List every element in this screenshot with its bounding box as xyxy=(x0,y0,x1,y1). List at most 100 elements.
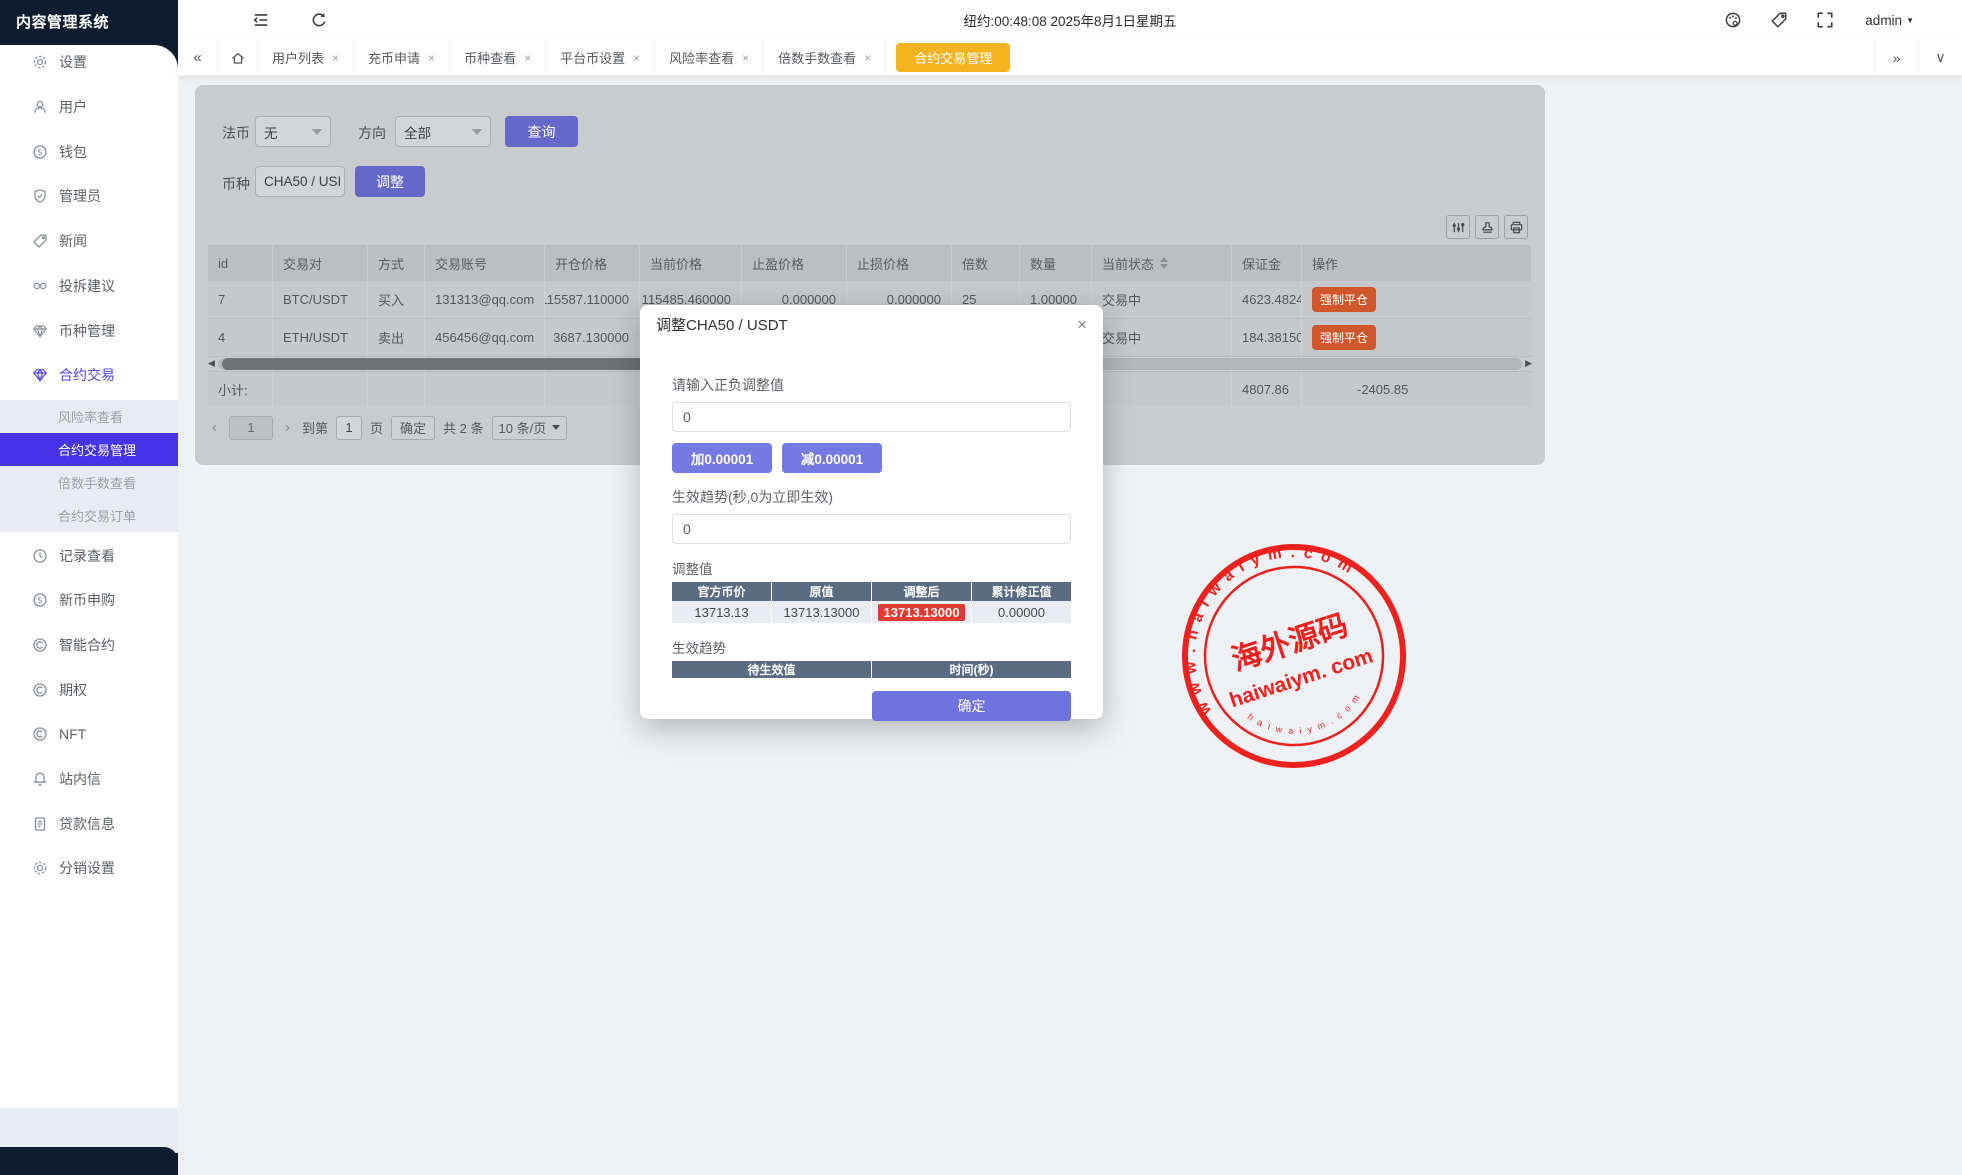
tab-label: 倍数手数查看 xyxy=(778,48,856,67)
sort-icon[interactable] xyxy=(1160,257,1168,269)
tab-label: 用户列表 xyxy=(272,48,324,67)
tag-icon[interactable] xyxy=(1770,11,1788,29)
sidebar-item-label: 新币申购 xyxy=(59,590,115,610)
sidebar-item-contract-trading[interactable]: 合约交易 xyxy=(0,353,178,397)
confirm-button[interactable]: 确定 xyxy=(872,691,1071,721)
print-icon[interactable] xyxy=(1504,215,1528,239)
sidebar-item-smart-contract[interactable]: 智能合约 xyxy=(0,623,178,667)
watermark-stamp: w w w . h a i w a i y m . c o m 海外源码 hai… xyxy=(1178,540,1410,772)
next-page-icon[interactable]: › xyxy=(281,419,294,436)
sidebar-item-options[interactable]: 期权 xyxy=(0,668,178,712)
tabs-scroll-left-button[interactable]: « xyxy=(178,40,218,76)
goto-page-input[interactable] xyxy=(336,416,362,440)
tab-leverage-lots-view[interactable]: 倍数手数查看 × xyxy=(764,40,886,76)
export-icon[interactable] xyxy=(1475,215,1499,239)
close-icon[interactable]: × xyxy=(633,51,640,65)
palette-icon[interactable] xyxy=(1724,11,1742,29)
chevron-down-icon: ▼ xyxy=(1906,16,1914,25)
sidebar-item-admins[interactable]: 管理员 xyxy=(0,174,178,218)
sidebar-item-label: 合约交易 xyxy=(59,365,115,385)
tag-icon xyxy=(32,233,48,249)
scroll-right-icon[interactable]: ▶ xyxy=(1525,358,1532,369)
close-icon[interactable]: × xyxy=(1077,316,1087,333)
cell-account: 456456@qq.com xyxy=(425,319,545,357)
svg-text:w w w . h a i w a i y m . c o: w w w . h a i w a i y m . c o m xyxy=(1178,540,1388,720)
tab-contract-trade-management[interactable]: 合约交易管理 xyxy=(896,43,1010,72)
watermark-arc-text: w w w . h a i w a i y m . c o m xyxy=(1178,540,1388,720)
tabs-menu-button[interactable]: ∨ xyxy=(1918,40,1962,76)
sidebar-item-risk-rate-view[interactable]: 风险率查看 xyxy=(0,400,178,433)
adjust-value-input[interactable] xyxy=(672,402,1071,432)
adjust-button[interactable]: 调整 xyxy=(355,166,425,197)
fiat-select[interactable]: 无 xyxy=(255,116,331,147)
tab-label: 合约交易管理 xyxy=(914,48,992,67)
sidebar-item-coin-management[interactable]: 币种管理 xyxy=(0,309,178,353)
fiat-select-value: 无 xyxy=(264,122,278,142)
tab-user-list[interactable]: 用户列表 × xyxy=(258,40,354,76)
goto-confirm-button[interactable]: 确定 xyxy=(391,416,435,440)
sidebar-item-site-messages[interactable]: 站内信 xyxy=(0,757,178,801)
sidebar-item-leverage-lots-view[interactable]: 倍数手数查看 xyxy=(0,466,178,499)
adjust-table-label: 调整值 xyxy=(672,558,1071,578)
sidebar-item-label: 站内信 xyxy=(59,769,101,789)
sidebar-item-wallet[interactable]: 钱包 xyxy=(0,130,178,174)
close-icon[interactable]: × xyxy=(428,51,435,65)
sidebar-item-news[interactable]: 新闻 xyxy=(0,219,178,263)
column-header-status: 当前状态 xyxy=(1092,245,1232,281)
sidebar-item-records-view[interactable]: 记录查看 xyxy=(0,534,178,578)
direction-select-value: 全部 xyxy=(404,122,431,142)
user-menu[interactable]: admin ▼ xyxy=(1865,0,1914,40)
cell-open-price: 115587.110000 xyxy=(545,281,640,319)
page-unit-label: 页 xyxy=(370,418,383,437)
plus-step-button[interactable]: 加0.00001 xyxy=(672,443,772,473)
close-icon[interactable]: × xyxy=(742,51,749,65)
column-header: 倍数 xyxy=(952,245,1020,281)
force-close-button[interactable]: 强制平仓 xyxy=(1312,325,1376,350)
goto-label: 到第 xyxy=(302,418,328,437)
modal-body: 请输入正负调整值 加0.00001 减0.00001 生效趋势(秒,0为立即生效… xyxy=(640,343,1103,721)
cell-margin: 4623.4824 xyxy=(1232,281,1302,319)
prev-page-icon[interactable]: ‹ xyxy=(208,419,221,436)
sidebar-item-feedback[interactable]: 投拆建议 xyxy=(0,264,178,308)
sidebar-item-distribution-settings[interactable]: 分销设置 xyxy=(0,846,178,890)
gear-icon xyxy=(32,54,48,70)
close-icon[interactable]: × xyxy=(332,51,339,65)
tab-deposit-request[interactable]: 充币申请× xyxy=(354,40,450,76)
sidebar-item-label: 智能合约 xyxy=(59,635,115,655)
svg-text:h a i w a i y m . c o m: h a i w a i y m . c o m xyxy=(1244,677,1369,752)
tab-platform-coin-settings[interactable]: 平台币设置× xyxy=(546,40,655,76)
tabs-scroll-right-button[interactable]: » xyxy=(1874,40,1918,76)
column-header: 交易账号 xyxy=(425,245,545,281)
sidebar-item-new-coin-subscription[interactable]: 新币申购 xyxy=(0,578,178,622)
adjust-price-modal: 调整CHA50 / USDT × 请输入正负调整值 加0.00001 减0.00… xyxy=(640,305,1103,719)
column-header: 保证金 xyxy=(1232,245,1302,281)
sidebar-item-contract-trade-management[interactable]: 合约交易管理 xyxy=(0,433,178,466)
force-close-button[interactable]: 强制平仓 xyxy=(1312,287,1376,312)
sidebar-item-users[interactable]: 用户 xyxy=(0,85,178,129)
home-tab-button[interactable] xyxy=(218,40,258,76)
scroll-left-icon[interactable]: ◀ xyxy=(208,358,215,369)
sidebar-item-nft[interactable]: NFT xyxy=(0,712,178,756)
tab-risk-rate-view[interactable]: 风险率查看× xyxy=(655,40,764,76)
tab-coin-view[interactable]: 币种查看× xyxy=(450,40,546,76)
sidebar-item-loan-info[interactable]: 贷款信息 xyxy=(0,802,178,846)
close-icon[interactable]: × xyxy=(864,51,871,65)
fullscreen-icon[interactable] xyxy=(1816,11,1834,29)
modal-header: 调整CHA50 / USDT × xyxy=(640,305,1103,343)
username: admin xyxy=(1865,13,1902,28)
direction-select[interactable]: 全部 xyxy=(395,116,491,147)
sidebar-item-label: 管理员 xyxy=(59,186,101,206)
coin-select[interactable]: CHA50 / USI xyxy=(255,166,345,197)
sidebar-item-contract-trade-orders[interactable]: 合约交易订单 xyxy=(0,499,178,532)
current-page-button[interactable]: 1 xyxy=(229,416,273,440)
minus-step-button[interactable]: 减0.00001 xyxy=(782,443,882,473)
search-button[interactable]: 查询 xyxy=(505,116,578,147)
sidebar-item-settings[interactable]: 设置 xyxy=(0,40,178,84)
page-size-select[interactable]: 10 条/页 xyxy=(492,416,568,440)
close-icon[interactable]: × xyxy=(524,51,531,65)
document-icon xyxy=(32,816,48,832)
bell-icon xyxy=(32,771,48,787)
table-toolbar xyxy=(208,210,1532,245)
columns-icon[interactable] xyxy=(1446,215,1470,239)
trend-seconds-input[interactable] xyxy=(672,514,1071,544)
